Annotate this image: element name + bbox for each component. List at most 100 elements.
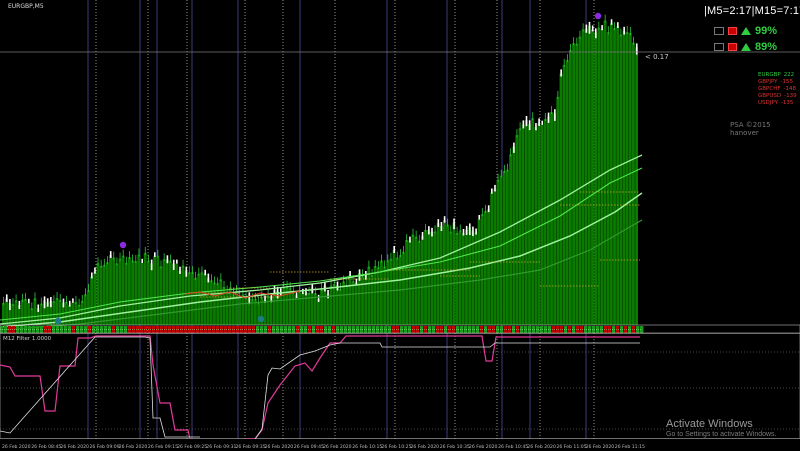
candle-body-white xyxy=(437,219,440,227)
candle-bar xyxy=(304,292,308,325)
strength-gauge-1: 99% xyxy=(714,24,777,38)
candle-body-white xyxy=(179,266,181,274)
time-label: 26 Feb 2020 xyxy=(265,444,294,450)
pair-row: GBPCHF -148 xyxy=(758,86,797,93)
time-label: 26 Feb 09:45 xyxy=(294,444,324,450)
candle-bar xyxy=(266,295,270,325)
arrow-up-icon xyxy=(741,43,751,51)
time-label: 26 Feb 2020 xyxy=(527,444,556,450)
candle-body-white xyxy=(462,229,465,236)
candle-bar xyxy=(474,232,478,325)
candle-bar xyxy=(68,304,71,325)
candle-bar xyxy=(408,240,412,325)
time-label: 26 Feb 11:15 xyxy=(615,444,645,450)
candle-body-white xyxy=(440,222,443,231)
candle-bar xyxy=(606,32,610,325)
candle-bar xyxy=(143,252,147,325)
time-label: 26 Feb 2020 xyxy=(469,444,498,450)
candle-body-white xyxy=(465,225,468,235)
candle-bar xyxy=(483,210,487,325)
candle-bar xyxy=(332,283,336,325)
candle-bar xyxy=(354,282,358,325)
time-label: 26 Feb 2020 xyxy=(119,444,148,450)
pair-value: -135 xyxy=(780,100,794,106)
candle-bar xyxy=(172,263,175,325)
time-label: 26 Feb 2020 xyxy=(60,444,89,450)
candle-bar xyxy=(162,259,166,325)
candle-bar xyxy=(181,265,185,325)
price-chart-svg[interactable] xyxy=(0,0,800,333)
candle-body-white xyxy=(141,258,143,263)
candle-bar xyxy=(600,29,604,325)
candle-body-white xyxy=(588,21,591,34)
candle-body-white xyxy=(207,273,210,283)
candle-body-white xyxy=(409,236,411,243)
candle-body-white xyxy=(443,216,446,223)
candle-bar xyxy=(477,219,481,325)
candle-bar xyxy=(452,222,456,325)
candle-bar xyxy=(591,29,594,325)
time-label: 26 Feb 10:35 xyxy=(440,444,470,450)
candle-bar xyxy=(524,120,528,325)
candle-bar xyxy=(521,124,525,326)
price-chart-pane[interactable]: EURGBP,M5 |M5=2:17|M15=7:17 99% 89% < 0.… xyxy=(0,0,800,333)
candle-bar xyxy=(575,43,579,325)
time-label: 26 Feb 10:45 xyxy=(498,444,528,450)
candle-body-white xyxy=(43,296,46,309)
candle-bar xyxy=(168,260,172,325)
candle-body-white xyxy=(610,19,613,25)
candle-bar xyxy=(581,29,585,326)
candle-bar xyxy=(528,124,531,325)
candle-body-white xyxy=(327,290,329,299)
candle-bar xyxy=(420,236,424,325)
candle-body-white xyxy=(601,25,603,31)
candle-bar xyxy=(298,290,301,325)
candle-timer-text: |M5=2:17|M15=7:17 xyxy=(704,5,800,17)
candle-body-white xyxy=(428,226,430,235)
candle-bar xyxy=(619,34,623,325)
candle-body-white xyxy=(176,259,178,264)
chart-icon xyxy=(714,27,724,35)
candle-bar xyxy=(424,229,427,325)
signal-marker xyxy=(54,317,62,325)
pair-value: 222 xyxy=(783,72,795,78)
candle-bar xyxy=(376,267,380,325)
candle-bar xyxy=(493,188,497,325)
candle-body-white xyxy=(513,142,515,153)
candle-bar xyxy=(71,302,75,325)
pair-name: GBPUSD xyxy=(758,93,782,99)
candle-bar xyxy=(405,240,409,325)
candle-body-white xyxy=(248,292,251,305)
candle-bar xyxy=(200,272,204,325)
candle-body-white xyxy=(421,232,424,240)
candle-bar xyxy=(184,270,188,325)
candle-bar xyxy=(515,135,519,325)
candle-body-white xyxy=(469,223,471,235)
current-price-label: < 0.17 xyxy=(645,53,669,61)
candle-bar xyxy=(118,258,122,325)
candle-body-white xyxy=(324,281,326,292)
candle-body-white xyxy=(311,283,314,294)
pair-name: EURGBP xyxy=(758,72,781,78)
candle-body-white xyxy=(635,43,638,55)
candle-bar xyxy=(364,275,368,325)
candle-body-white xyxy=(91,272,93,279)
candle-bar xyxy=(578,36,582,325)
gauge-percent: 99% xyxy=(755,25,778,37)
candle-body-white xyxy=(94,267,96,274)
symbol-label: EURGBP,M5 xyxy=(8,3,44,10)
candle-bar xyxy=(487,209,490,325)
price-value: 0.17 xyxy=(653,53,669,61)
candle-bar xyxy=(414,236,418,325)
pair-name: GBPCHF xyxy=(758,86,781,92)
time-label: 26 Feb 09:31 xyxy=(206,444,236,450)
strength-gauge-2: 89% xyxy=(714,40,777,54)
candle-bar xyxy=(351,281,355,325)
candle-body-white xyxy=(185,266,188,277)
time-label: 26 Feb 09:09 xyxy=(90,444,120,450)
candle-bar xyxy=(417,240,421,325)
signal-marker xyxy=(257,315,265,323)
candle-bar xyxy=(209,280,213,325)
candle-bar xyxy=(534,127,538,325)
pair-row: USDJPY -135 xyxy=(758,100,797,107)
